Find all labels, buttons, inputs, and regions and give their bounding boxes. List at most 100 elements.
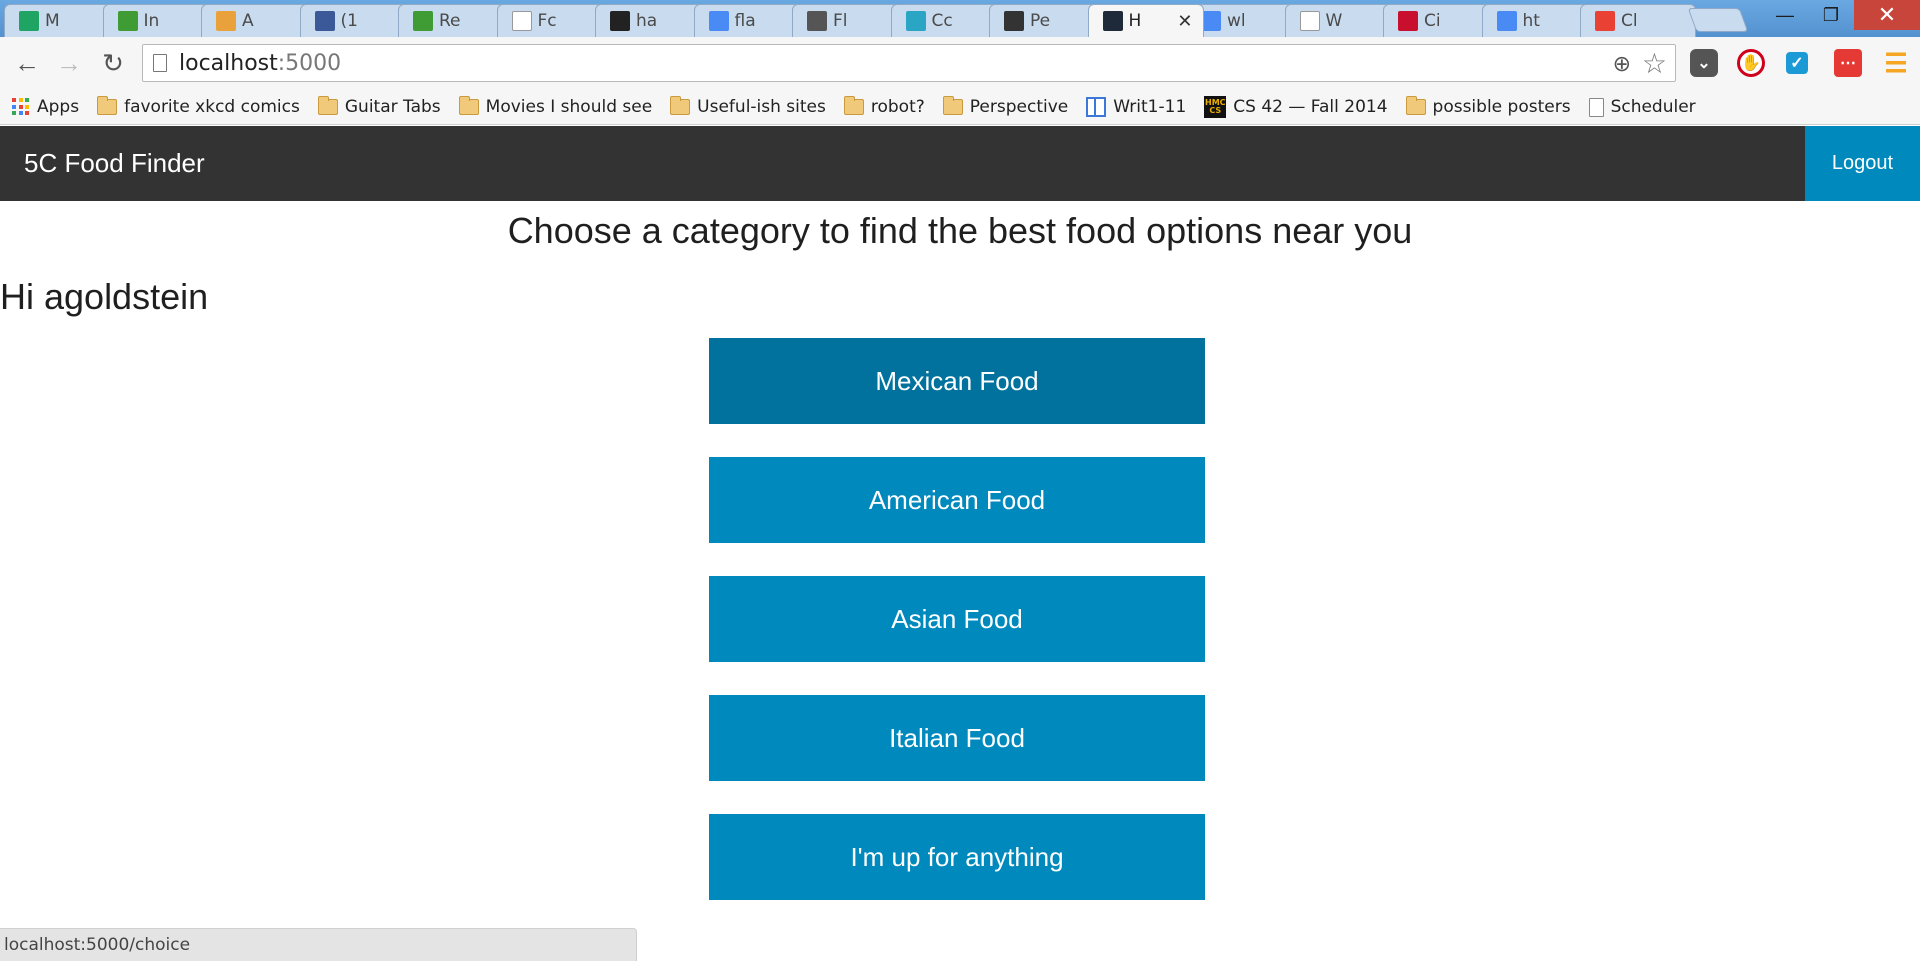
user-greeting: Hi agoldstein bbox=[0, 276, 209, 317]
american-food-button[interactable]: American Food bbox=[709, 457, 1205, 543]
analytics-bars-icon bbox=[216, 11, 236, 31]
folder-icon bbox=[843, 96, 864, 115]
docs-panel-icon bbox=[807, 11, 827, 31]
browser-tab[interactable]: Cl bbox=[1580, 4, 1696, 37]
tab-title: A bbox=[242, 11, 254, 31]
mexican-food-button[interactable]: Mexican Food bbox=[709, 338, 1205, 424]
browser-toolbar: ← → ↻ localhost:5000 ⊕ ☆ ⌄ ✋ ✓ ⋯ ☰ bbox=[0, 37, 1920, 90]
gear-icon bbox=[1004, 11, 1024, 31]
tab-title: Re bbox=[439, 11, 461, 31]
bookmark-label: Useful-ish sites bbox=[697, 97, 826, 117]
minimize-icon[interactable]: — bbox=[1762, 0, 1808, 30]
bookmarks-bar: Apps favorite xkcd comics Guitar Tabs Movie… bbox=[0, 90, 1920, 125]
bookmark-label: possible posters bbox=[1432, 97, 1571, 117]
mongodb-leaf-icon bbox=[413, 11, 433, 31]
browser-tab[interactable]: H ✕ bbox=[1087, 4, 1204, 37]
reload-icon[interactable]: ↻ bbox=[96, 46, 130, 80]
bookmark-item[interactable]: robot? bbox=[843, 96, 925, 117]
bookmark-label: Guitar Tabs bbox=[344, 97, 441, 117]
close-window-icon[interactable]: ✕ bbox=[1854, 0, 1920, 30]
blank-page-icon bbox=[511, 11, 532, 31]
bookmark-item[interactable]: Guitar Tabs bbox=[317, 96, 441, 117]
writ-doc-icon bbox=[1086, 97, 1107, 117]
tab-title: fla bbox=[734, 11, 756, 31]
url-port: :5000 bbox=[277, 50, 342, 76]
folder-icon bbox=[97, 96, 118, 115]
grid-extension-icon[interactable]: ⋯ bbox=[1834, 49, 1862, 77]
link-status-bubble: localhost:5000/choice bbox=[0, 928, 637, 961]
logout-button[interactable]: Logout bbox=[1805, 126, 1920, 201]
close-tab-icon[interactable]: ✕ bbox=[1177, 11, 1192, 32]
browser-tab-strip: M In A (1 Re Fc ha fla Fl Cc Pe H ✕ wl W Ci ht Cl — ❐ ✕ bbox=[0, 0, 1920, 37]
tab-title: W bbox=[1325, 11, 1343, 31]
tab-title: ht bbox=[1522, 11, 1540, 31]
bookmark-item[interactable]: favorite xkcd comics bbox=[97, 96, 300, 117]
tab-title: Fc bbox=[537, 11, 557, 31]
web-page: 5C Food Finder Logout Choose a category … bbox=[0, 126, 1920, 961]
bookmark-label: robot? bbox=[870, 97, 925, 117]
zoom-icon[interactable]: ⊕ bbox=[1613, 51, 1631, 77]
apps-grid-icon bbox=[12, 98, 30, 116]
bookmark-item[interactable]: Movies I should see bbox=[458, 96, 653, 117]
pocket-icon[interactable]: ⌄ bbox=[1690, 49, 1718, 77]
page-icon bbox=[153, 54, 167, 72]
tab-title: Fl bbox=[833, 11, 848, 31]
bookmark-label: CS 42 — Fall 2014 bbox=[1233, 97, 1388, 117]
cisco-icon bbox=[1398, 11, 1418, 31]
app-brand[interactable]: 5C Food Finder bbox=[24, 126, 205, 201]
hmc-cs-icon: HMC CS bbox=[1204, 96, 1227, 118]
bookmark-item[interactable]: Perspective bbox=[942, 96, 1069, 117]
bookmark-item[interactable]: Writ1-11 bbox=[1086, 97, 1186, 117]
flask-f-icon bbox=[905, 11, 926, 31]
google-search-icon bbox=[708, 11, 729, 31]
bookmark-item[interactable]: Useful-ish sites bbox=[670, 96, 826, 117]
bookmark-label: Movies I should see bbox=[485, 97, 653, 117]
url-host: localhost bbox=[179, 50, 278, 76]
terminal-icon bbox=[1102, 11, 1123, 31]
tab-title: Pe bbox=[1030, 11, 1051, 31]
folder-icon bbox=[942, 96, 963, 115]
tab-title: wl bbox=[1227, 11, 1246, 31]
new-tab-button[interactable] bbox=[1687, 8, 1749, 32]
folder-icon bbox=[458, 96, 479, 115]
bookmark-item[interactable]: Scheduler bbox=[1588, 97, 1696, 117]
blank-page-icon bbox=[1299, 11, 1320, 31]
back-arrow-icon[interactable]: ← bbox=[10, 46, 44, 80]
folder-icon bbox=[317, 96, 338, 115]
bookmark-item[interactable]: possible posters bbox=[1405, 96, 1571, 117]
github-icon bbox=[610, 11, 630, 31]
tab-title: Ci bbox=[1424, 11, 1441, 31]
google-drive-icon bbox=[19, 11, 39, 31]
tab-title: ha bbox=[636, 11, 658, 31]
tab-title: M bbox=[45, 11, 60, 31]
bookmark-item[interactable]: Apps bbox=[12, 97, 79, 117]
asian-food-button[interactable]: Asian Food bbox=[709, 576, 1205, 662]
tab-title: (1 bbox=[340, 11, 358, 31]
forward-arrow-icon[interactable]: → bbox=[52, 46, 86, 80]
restore-icon[interactable]: ❐ bbox=[1808, 0, 1854, 30]
facebook-icon bbox=[314, 11, 335, 31]
bookmark-label: Perspective bbox=[969, 97, 1069, 117]
bookmark-label: favorite xkcd comics bbox=[124, 97, 300, 117]
tab-title: Cc bbox=[931, 11, 953, 31]
address-bar[interactable]: localhost:5000 ⊕ ☆ bbox=[142, 44, 1676, 82]
mongodb-leaf-icon bbox=[117, 11, 138, 31]
bookmark-label: Scheduler bbox=[1610, 97, 1696, 117]
address-url[interactable]: localhost:5000 bbox=[179, 51, 341, 76]
adblock-icon[interactable]: ✋ bbox=[1737, 49, 1765, 77]
folder-icon bbox=[1405, 96, 1426, 115]
checkbox-extension-icon[interactable]: ✓ bbox=[1786, 52, 1808, 74]
tab-title: H bbox=[1128, 11, 1142, 31]
google-search-icon bbox=[1496, 11, 1517, 31]
folder-icon bbox=[670, 96, 691, 115]
bookmark-star-icon[interactable]: ☆ bbox=[1642, 47, 1667, 80]
google-search-icon bbox=[1201, 11, 1221, 31]
chrome-menu-icon[interactable]: ☰ bbox=[1882, 48, 1910, 78]
italian-food-button[interactable]: Italian Food bbox=[709, 695, 1205, 781]
app-navbar: 5C Food Finder Logout bbox=[0, 126, 1920, 201]
anything-button[interactable]: I'm up for anything bbox=[709, 814, 1205, 900]
page-headline: Choose a category to find the best food … bbox=[507, 210, 1413, 251]
bookmark-item[interactable]: HMC CS CS 42 — Fall 2014 bbox=[1204, 96, 1388, 118]
bookmark-label: Apps bbox=[37, 97, 80, 117]
pinwheel-icon bbox=[1595, 11, 1615, 31]
